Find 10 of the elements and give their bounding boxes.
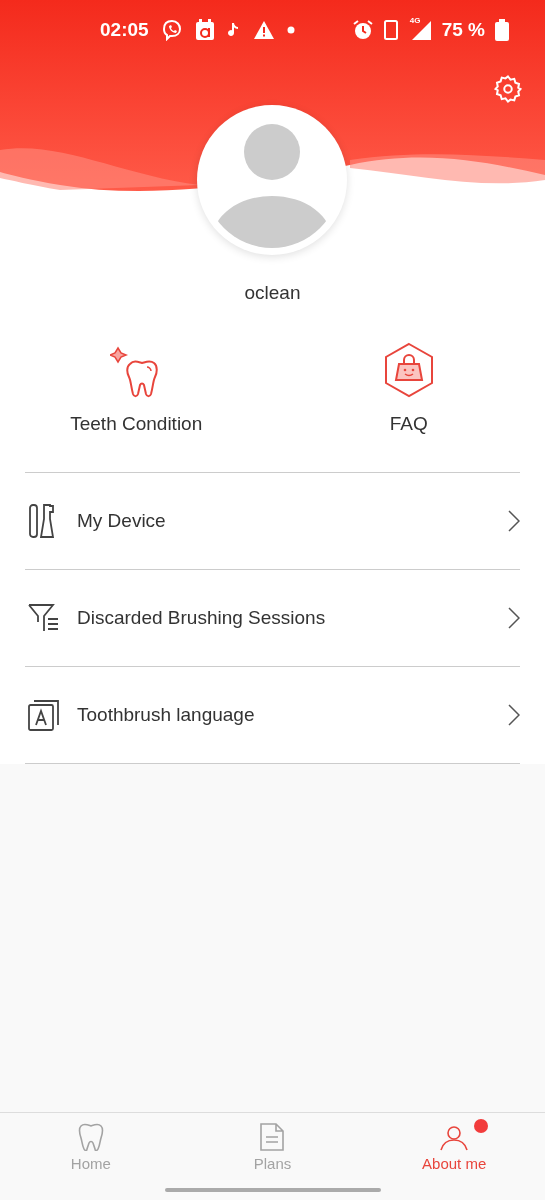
menu-item[interactable]: Discarded Brushing Sessions <box>25 569 520 666</box>
battery-percentage: 75 % <box>441 17 485 42</box>
shortcut-button[interactable]: Teeth Condition <box>0 341 273 438</box>
shortcut-button[interactable]: FAQ <box>272 341 545 438</box>
status-time: 02:05 <box>100 17 149 42</box>
menu-item[interactable]: Toothbrush language <box>25 666 520 763</box>
nav-tab[interactable]: About me <box>363 1113 545 1188</box>
network-type: 4G <box>409 16 421 26</box>
profile-name: oclean <box>244 281 301 305</box>
menu-item[interactable]: My Device <box>25 472 520 569</box>
